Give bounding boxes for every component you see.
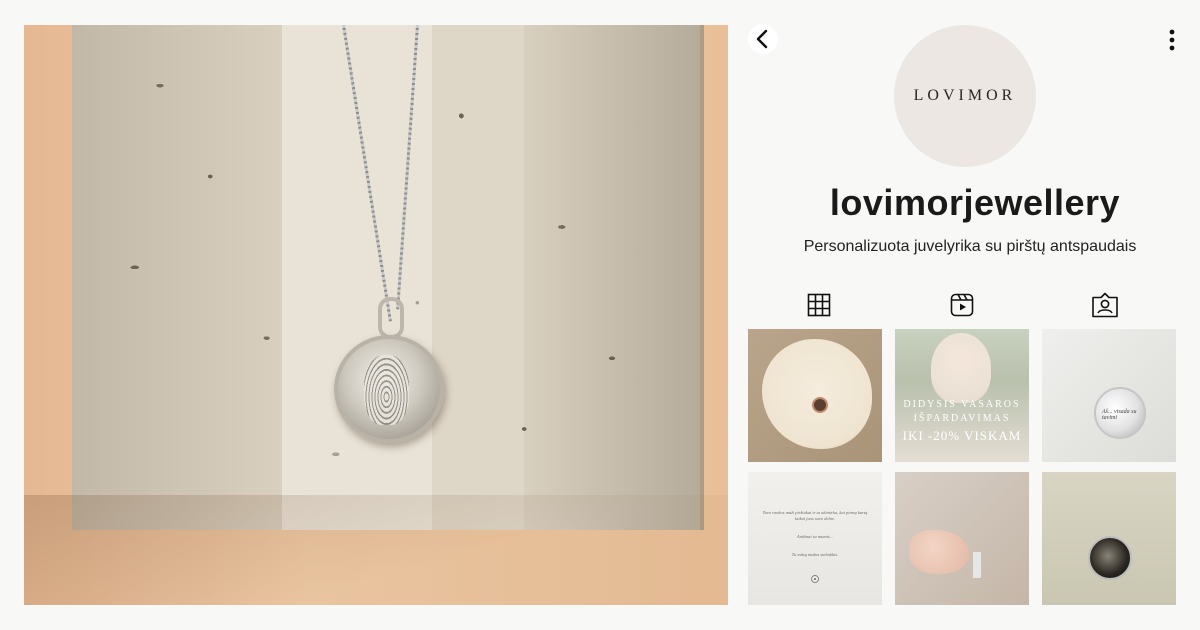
more-options-button[interactable]	[1160, 26, 1184, 54]
post-quote-line: Tavo rankos maži pirštukai ir ta akimirk…	[762, 510, 868, 521]
ceramic-plate	[762, 339, 872, 449]
black-pendant	[1088, 536, 1132, 580]
pendant-thumb	[812, 397, 828, 413]
avatar[interactable]: LOVIMOR	[894, 25, 1036, 167]
shadow-left	[72, 25, 282, 530]
cross-pendant	[973, 552, 981, 578]
post-caption-line: DIDYSIS VASAROS	[903, 399, 1021, 410]
tab-posts[interactable]	[748, 290, 891, 320]
post-thumbnail[interactable]: Tavo rankos maži pirštukai ir ta akimirk…	[748, 472, 882, 605]
tab-reels[interactable]	[891, 290, 1034, 320]
pendant-engraving: Aš... visada su tavimi	[1102, 409, 1137, 421]
avatar-logo-text: LOVIMOR	[913, 87, 1017, 104]
profile-username: lovimorjewellery	[829, 182, 1121, 223]
tab-tagged[interactable]	[1033, 290, 1176, 320]
post-thumbnail[interactable]	[748, 329, 882, 462]
pendant-bail	[378, 297, 404, 339]
grid-icon	[808, 293, 831, 317]
profile-bio: Personalizuota juvelyrika su pirštų ants…	[803, 238, 1137, 255]
silver-pendant: Aš... visada su tavimi	[1094, 387, 1146, 439]
post-thumbnail[interactable]: DIDYSIS VASAROS IŠPARDAVIMAS IKI -20% VI…	[895, 329, 1029, 462]
post-thumbnail[interactable]	[1042, 472, 1176, 605]
post-thumbnail[interactable]	[895, 472, 1029, 605]
post-quote-line: Amžinai su mumis...	[796, 534, 834, 539]
profile-tabs	[748, 290, 1176, 320]
shadow-right	[524, 25, 704, 530]
hero-photo	[24, 25, 728, 605]
back-button[interactable]	[748, 24, 778, 54]
post-grid: DIDYSIS VASAROS IŠPARDAVIMAS IKI -20% VI…	[748, 329, 1176, 605]
baby-foot	[909, 530, 969, 574]
post-caption-line: IŠPARDAVIMAS	[913, 413, 1011, 424]
floor-shadow	[24, 495, 728, 605]
more-vertical-icon	[1169, 29, 1175, 51]
reels-icon	[950, 293, 974, 317]
tagged-icon	[1091, 292, 1118, 318]
post-caption-line: IKI -20% VISKAM	[902, 428, 1022, 443]
chevron-left-icon	[756, 29, 768, 49]
fingerprint-engraving	[364, 355, 409, 425]
post-quote-line: Tu mūsų mažas stebuklas.	[791, 552, 839, 557]
baby-photo	[931, 333, 991, 403]
lovimor-mark-icon	[811, 575, 819, 583]
post-thumbnail[interactable]: Aš... visada su tavimi	[1042, 329, 1176, 462]
